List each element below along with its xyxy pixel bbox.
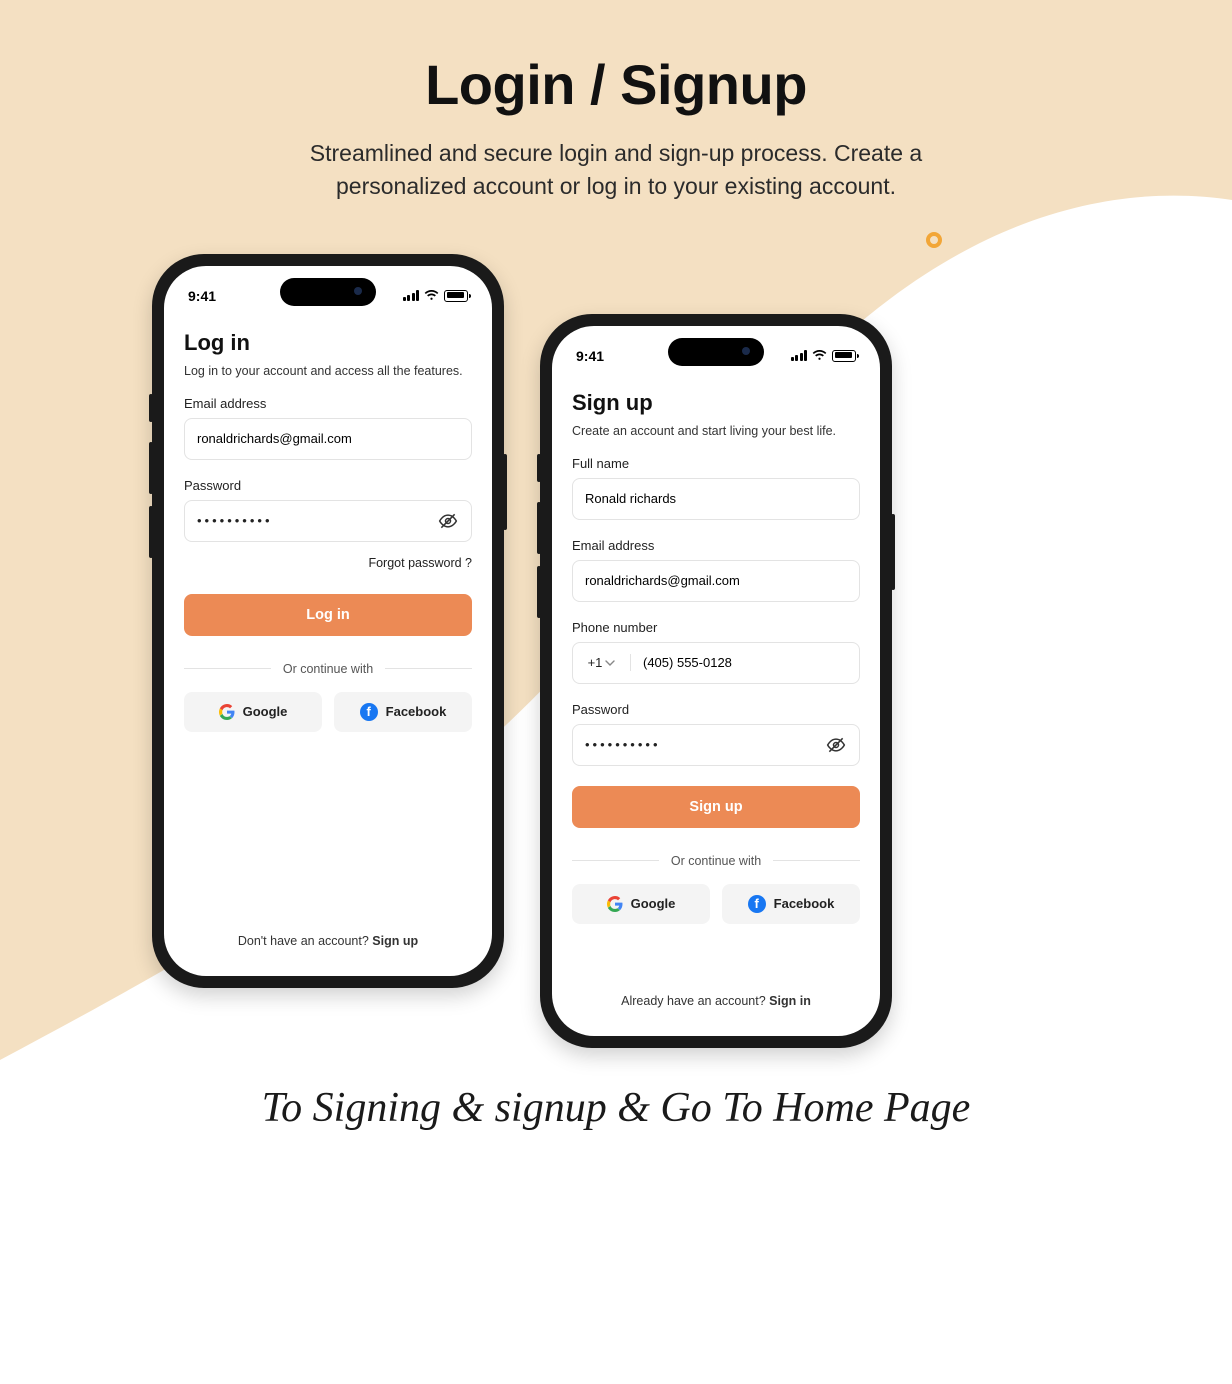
name-field[interactable] [572,478,860,520]
password-field[interactable]: •••••••••• [572,724,860,766]
eye-off-icon[interactable] [437,510,459,532]
phone-input[interactable] [639,655,847,670]
password-label: Password [572,702,860,717]
signal-icon [403,290,420,301]
google-icon [219,704,235,720]
eye-off-icon[interactable] [825,734,847,756]
phone-side-button [891,514,895,590]
phone-side-button [537,502,541,554]
google-icon [607,896,623,912]
phone-frame-login: 9:41 Log in Log in to your account and a… [152,254,504,988]
password-field[interactable]: •••••••••• [184,500,472,542]
phone-side-button [537,454,541,482]
decorative-ring-icon [926,232,942,248]
password-dots: •••••••••• [585,737,661,752]
dynamic-island [668,338,764,366]
status-time: 9:41 [576,348,604,364]
email-field[interactable] [572,560,860,602]
social-divider: Or continue with [184,662,472,676]
phone-field[interactable]: +1 [572,642,860,684]
facebook-button[interactable]: f Facebook [722,884,860,924]
dynamic-island [280,278,376,306]
signup-footer-text: Already have an account? [621,994,769,1008]
page-subtitle: Streamlined and secure login and sign-up… [0,137,1232,204]
phone-frame-signup: 9:41 Sign up Create an account and start… [540,314,892,1048]
phone-label: Phone number [572,620,860,635]
email-input[interactable] [585,573,847,588]
login-footer-text: Don't have an account? [238,934,372,948]
login-subtitle: Log in to your account and access all th… [184,364,472,378]
password-dots: •••••••••• [197,513,273,528]
google-button[interactable]: Google [184,692,322,732]
facebook-button[interactable]: f Facebook [334,692,472,732]
country-code-select[interactable]: +1 [573,654,631,671]
login-title: Log in [184,330,472,356]
battery-icon [444,290,468,302]
phone-side-button [149,442,153,494]
phone-side-button [503,454,507,530]
name-label: Full name [572,456,860,471]
status-time: 9:41 [188,288,216,304]
page-title: Login / Signup [0,52,1232,117]
email-input[interactable] [197,431,459,446]
forgot-password-link[interactable]: Forgot password ? [184,556,472,570]
signal-icon [791,350,808,361]
social-divider: Or continue with [572,854,860,868]
login-button[interactable]: Log in [184,594,472,636]
google-button[interactable]: Google [572,884,710,924]
wifi-icon [424,290,439,301]
phone-side-button [537,566,541,618]
signup-title: Sign up [572,390,860,416]
facebook-icon: f [748,895,766,913]
password-label: Password [184,478,472,493]
signup-subtitle: Create an account and start living your … [572,424,860,438]
facebook-icon: f [360,703,378,721]
phone-side-button [149,506,153,558]
chevron-down-icon [605,658,615,668]
signup-button[interactable]: Sign up [572,786,860,828]
email-label: Email address [184,396,472,411]
wifi-icon [812,350,827,361]
battery-icon [832,350,856,362]
name-input[interactable] [585,491,847,506]
signin-link[interactable]: Sign in [769,994,811,1008]
email-label: Email address [572,538,860,553]
signup-link[interactable]: Sign up [372,934,418,948]
phone-side-button [149,394,153,422]
email-field[interactable] [184,418,472,460]
page-caption: To Signing & signup & Go To Home Page [0,1084,1232,1132]
